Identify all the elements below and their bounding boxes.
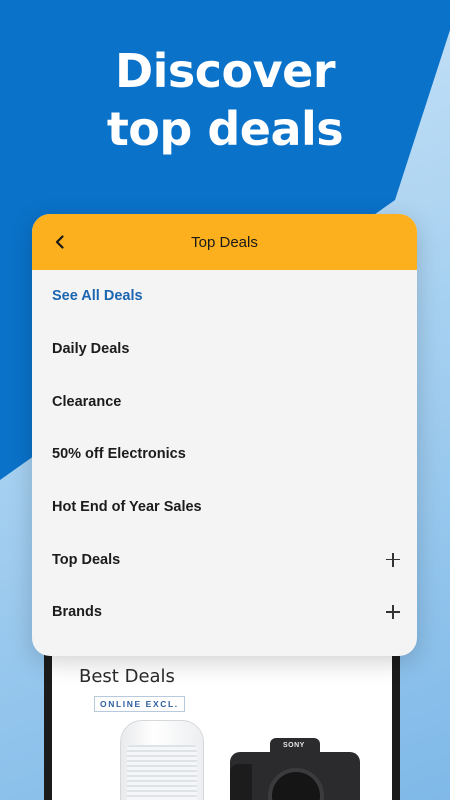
- menu-item-label: Top Deals: [52, 551, 121, 568]
- menu-item-label: Daily Deals: [52, 341, 130, 358]
- top-deals-card: Top Deals See All Deals Daily Deals Clea…: [32, 214, 417, 656]
- chevron-left-icon[interactable]: [49, 231, 71, 253]
- menu-item-top-deals[interactable]: Top Deals: [32, 533, 417, 586]
- menu-item-label: Clearance: [52, 393, 122, 410]
- menu-item-label: Hot End of Year Sales: [52, 499, 202, 516]
- camera-image[interactable]: SONY: [230, 738, 360, 800]
- air-purifier-image[interactable]: [120, 720, 204, 800]
- camera-brand-label: SONY: [283, 742, 305, 749]
- hero-line-2: top deals: [106, 102, 344, 156]
- camera-grip: [230, 764, 252, 800]
- menu-item-label: Brands: [52, 604, 102, 621]
- plus-icon[interactable]: [386, 552, 400, 567]
- menu-item-label: See All Deals: [52, 288, 143, 305]
- purifier-grille: [127, 745, 197, 800]
- menu-item-brands[interactable]: Brands: [32, 586, 417, 639]
- menu-item-50-off-electronics[interactable]: 50% off Electronics: [32, 428, 417, 481]
- hero-headline: Discover top deals: [0, 42, 450, 158]
- deals-menu: See All Deals Daily Deals Clearance 50% …: [32, 270, 417, 639]
- online-exclusive-badge: ONLINE EXCL.: [94, 696, 185, 712]
- menu-item-label: 50% off Electronics: [52, 446, 186, 463]
- menu-item-clearance[interactable]: Clearance: [32, 375, 417, 428]
- card-header: Top Deals: [32, 214, 417, 270]
- card-title: Top Deals: [191, 234, 258, 251]
- menu-item-daily-deals[interactable]: Daily Deals: [32, 323, 417, 376]
- plus-icon[interactable]: [386, 605, 400, 620]
- menu-item-hot-end-of-year-sales[interactable]: Hot End of Year Sales: [32, 481, 417, 534]
- best-deals-heading: Best Deals: [79, 666, 175, 687]
- hero-line-1: Discover: [114, 44, 336, 98]
- menu-item-see-all-deals[interactable]: See All Deals: [32, 270, 417, 323]
